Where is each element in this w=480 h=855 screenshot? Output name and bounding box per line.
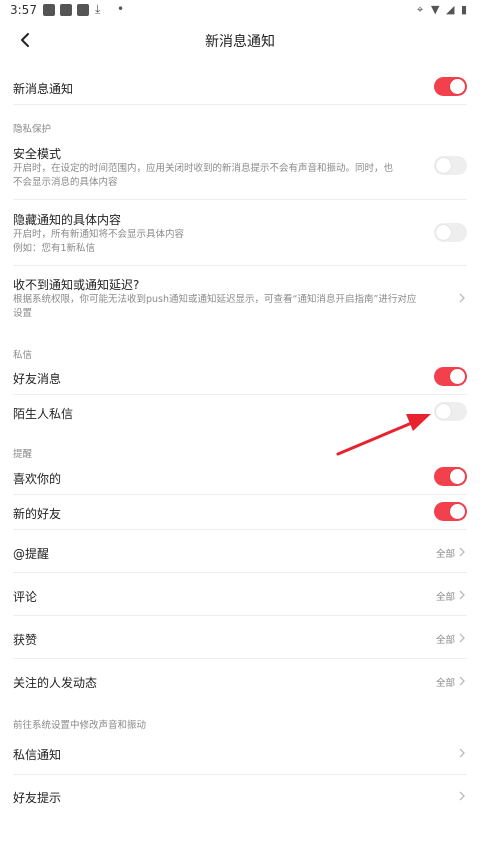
row-value: 全部 [436, 635, 456, 646]
new-friends-row[interactable]: 新的好友 [0, 495, 480, 529]
section-title-system: 前往系统设置中修改声音和振动 [13, 720, 147, 731]
new-message-notification-row[interactable]: 新消息通知 [0, 70, 480, 104]
row-label: 获赞 [13, 633, 38, 647]
toggle-knob [436, 158, 451, 173]
download-icon: ⤓ [95, 2, 101, 16]
row-label: 隐藏通知的具体内容 [13, 213, 122, 227]
stranger-messages-toggle[interactable] [434, 402, 467, 421]
chevron-right-icon [459, 293, 465, 303]
row-value: 全部 [436, 678, 456, 689]
row-description: 根据系统权限，你可能无法收到push通知或通知延迟显示，可查看“通知消息开启指南… [13, 294, 417, 305]
row-label: 喜欢你的 [13, 472, 62, 486]
divider [13, 658, 467, 659]
chevron-right-icon [459, 791, 465, 801]
row-description: 不会显示消息的具体内容 [13, 177, 118, 188]
new-friends-toggle[interactable] [434, 502, 467, 521]
wifi-icon: ▼ [431, 3, 440, 16]
divider [13, 104, 467, 105]
row-label: 评论 [13, 590, 38, 604]
row-label: 关注的人发动态 [13, 676, 98, 690]
safe-mode-toggle[interactable] [434, 156, 467, 175]
safe-mode-row[interactable]: 安全模式 开启时，在设定的时间范围内，应用关闭时收到的新消息提示不会有声音和振动… [0, 140, 480, 200]
toggle-knob [450, 79, 465, 94]
status-time: 3:57 [10, 3, 37, 17]
mentions-row[interactable]: @提醒 全部 [0, 531, 480, 572]
dm-notification-row[interactable]: 私信通知 [0, 733, 480, 774]
friend-alerts-row[interactable]: 好友提示 [0, 776, 480, 817]
toggle-knob [450, 469, 465, 484]
row-label: 安全模式 [13, 147, 62, 161]
row-label: 私信通知 [13, 748, 62, 762]
header: 新消息通知 [0, 22, 480, 60]
dot-icon: • [117, 2, 125, 16]
chevron-right-icon [459, 748, 465, 758]
row-description: 开启时，所有新通知将不会显示具体内容 [13, 229, 185, 240]
divider [13, 615, 467, 616]
chevron-right-icon [459, 590, 465, 600]
row-label: 新消息通知 [13, 82, 74, 96]
row-value: 全部 [436, 549, 456, 560]
toggle-knob [450, 504, 465, 519]
section-title-dm: 私信 [13, 350, 33, 361]
friend-messages-toggle[interactable] [434, 367, 467, 386]
notification-icon [43, 4, 55, 16]
divider [13, 572, 467, 573]
toggle-knob [436, 225, 451, 240]
chevron-right-icon [459, 633, 465, 643]
battery-icon: ▮ [461, 3, 468, 16]
notification-icon [60, 4, 72, 16]
no-notification-help-row[interactable]: 收不到通知或通知延迟? 根据系统权限，你可能无法收到push通知或通知延迟显示，… [0, 272, 480, 330]
stranger-messages-row[interactable]: 陌生人私信 [0, 396, 480, 429]
row-description: 例如：您有1新私信 [13, 243, 96, 254]
page-title: 新消息通知 [205, 34, 275, 50]
row-label: @提醒 [13, 547, 50, 561]
row-description: 开启时，在设定的时间范围内，应用关闭时收到的新消息提示不会有声音和振动。同时，也 [13, 163, 394, 174]
divider [13, 529, 467, 530]
divider [13, 199, 467, 200]
section-title-privacy: 隐私保护 [13, 124, 52, 135]
divider [13, 774, 467, 775]
likes-you-row[interactable]: 喜欢你的 [0, 461, 480, 494]
toggle-knob [450, 369, 465, 384]
row-label: 新的好友 [13, 507, 62, 521]
divider [13, 265, 467, 266]
hide-content-toggle[interactable] [434, 223, 467, 242]
row-label: 好友提示 [13, 791, 62, 805]
new-message-notification-toggle[interactable] [434, 77, 467, 96]
divider [13, 394, 467, 395]
toggle-knob [436, 404, 451, 419]
row-description: 设置 [13, 308, 33, 319]
likes-you-toggle[interactable] [434, 467, 467, 486]
status-bar: 3:57 ⤓ • ⌖ ▼ ◢ ▮ [0, 0, 480, 22]
likes-received-row[interactable]: 获赞 全部 [0, 617, 480, 658]
row-value: 全部 [436, 592, 456, 603]
chevron-right-icon [459, 547, 465, 557]
notification-icon [77, 4, 89, 16]
row-label: 好友消息 [13, 372, 62, 386]
friend-messages-row[interactable]: 好友消息 [0, 361, 480, 394]
location-icon: ⌖ [417, 3, 424, 16]
chevron-right-icon [459, 676, 465, 686]
row-label: 陌生人私信 [13, 407, 74, 421]
signal-icon: ◢ [446, 3, 455, 16]
section-title-reminders: 提醒 [13, 449, 33, 460]
hide-content-row[interactable]: 隐藏通知的具体内容 开启时，所有新通知将不会显示具体内容 例如：您有1新私信 [0, 206, 480, 266]
following-updates-row[interactable]: 关注的人发动态 全部 [0, 660, 480, 701]
comments-row[interactable]: 评论 全部 [0, 574, 480, 615]
row-label: 收不到通知或通知延迟? [13, 278, 140, 292]
